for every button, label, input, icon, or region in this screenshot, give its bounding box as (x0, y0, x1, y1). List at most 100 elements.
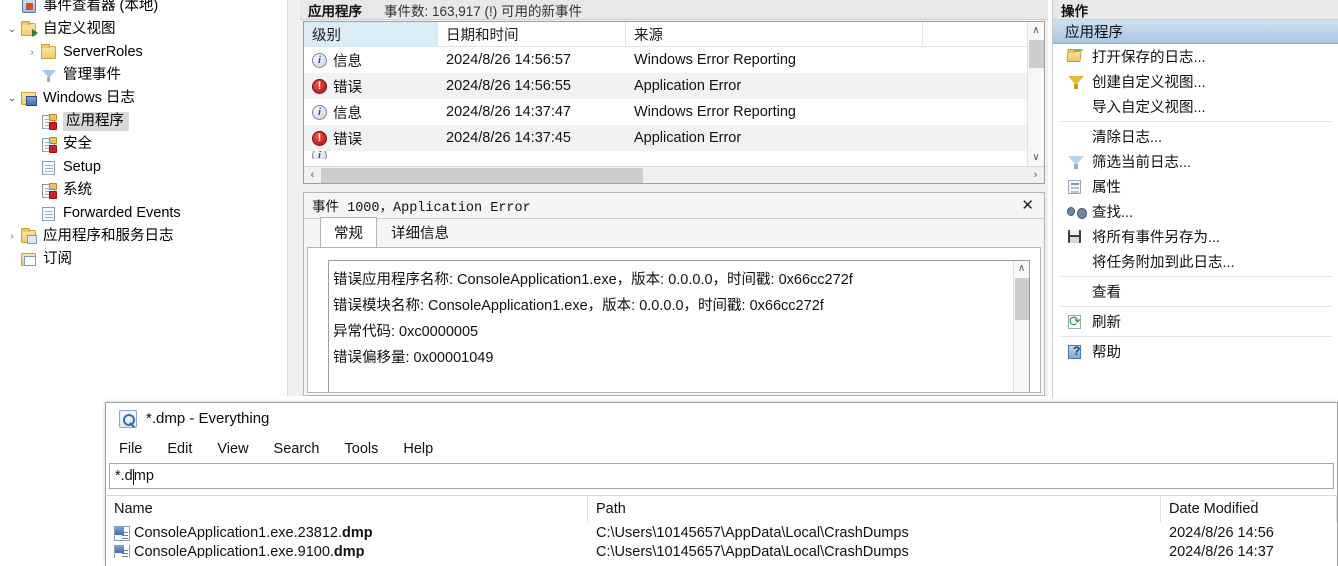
action-item-0[interactable]: 打开保存的日志... (1053, 44, 1338, 69)
event-row-partial[interactable]: i (304, 151, 1044, 159)
tab-1[interactable]: 详细信息 (377, 217, 463, 248)
action-item-8[interactable]: 将任务附加到此日志... (1053, 249, 1338, 274)
tree-item-label: 订阅 (43, 250, 72, 267)
log-badge-icon (40, 113, 58, 130)
general-text-box[interactable]: 错误应用程序名称: ConsoleApplication1.exe，版本: 0.… (328, 260, 1030, 392)
action-item-label: 创建自定义视图... (1092, 75, 1206, 91)
navigation-tree-pane[interactable]: 事件查看器 (本地) ⌄ 自定义视图 › ServerRoles 管理事件 ⌄ Windows… (0, 0, 291, 396)
action-item-label: 清除日志... (1092, 130, 1163, 146)
event-detail-tabs[interactable]: 常规 详细信息 (304, 217, 1044, 248)
tree-item-3[interactable]: 管理事件 (0, 64, 291, 87)
tree-item-9[interactable]: Forwarded Events (0, 202, 291, 225)
column-header-1[interactable]: 日期和时间 (438, 22, 626, 47)
column-header-0[interactable]: 级别 (304, 22, 438, 47)
everything-column-name[interactable]: Name (106, 495, 588, 522)
tree-item-6[interactable]: 安全 (0, 133, 291, 156)
menu-tools[interactable]: Tools (343, 439, 391, 459)
action-item-5[interactable]: 属性 (1053, 174, 1338, 199)
action-item-4[interactable]: 筛选当前日志... (1053, 149, 1338, 174)
subscriptions-icon (20, 252, 38, 268)
tree-item-5[interactable]: 应用程序 (0, 110, 291, 133)
tree-item-2[interactable]: › ServerRoles (0, 41, 291, 64)
action-item-10[interactable]: 刷新 (1053, 309, 1338, 334)
tree-item-label: Setup (63, 158, 101, 175)
scrollbar-thumb[interactable] (1029, 40, 1044, 68)
log-badge-icon (40, 136, 58, 153)
tree-item-label: Forwarded Events (63, 204, 181, 221)
everything-column-label: Path (596, 500, 626, 517)
refresh-icon (1065, 313, 1087, 330)
menu-edit[interactable]: Edit (165, 439, 204, 459)
action-item-6[interactable]: 查找... (1053, 199, 1338, 224)
tab-0[interactable]: 常规 (320, 217, 377, 248)
everything-column-label: Name (114, 500, 153, 517)
tree-item-0[interactable]: 事件查看器 (本地) (0, 0, 291, 18)
scroll-up-icon[interactable]: ∧ (1028, 22, 1044, 39)
action-item-11[interactable]: 帮助 (1053, 339, 1338, 364)
close-icon[interactable]: ✕ (1017, 198, 1038, 213)
everything-column-label: Date Modified (1169, 500, 1259, 517)
action-item-7[interactable]: 将所有事件另存为... (1053, 224, 1338, 249)
tree-item-10[interactable]: › 应用程序和服务日志 (0, 225, 291, 248)
everything-window: *.dmp - Everything File Edit View Search Too… (105, 402, 1338, 566)
twisty-icon[interactable]: › (24, 47, 40, 58)
event-detail-title: 事件 1000，Application Error (312, 201, 531, 216)
hscrollbar-track[interactable] (643, 167, 1027, 183)
event-row[interactable]: ! 错误 2024/8/26 14:56:55 Application Error (304, 73, 1044, 99)
tree-item-11[interactable]: 订阅 (0, 248, 291, 271)
event-row[interactable]: ! 错误 2024/8/26 14:37:45 Application Error (304, 125, 1044, 151)
scroll-down-icon[interactable]: ∨ (1028, 149, 1044, 166)
event-datetime: 2024/8/26 14:56:55 (446, 78, 571, 94)
event-list-box[interactable]: 级别 日期和时间 来源 i 信息 2024/8/26 14:56:57 Windows E… (303, 21, 1045, 184)
scrollbar-thumb[interactable] (1015, 278, 1029, 320)
info-icon: i (312, 151, 327, 159)
general-line-1: 错误模块名称: ConsoleApplication1.exe，版本: 0.0.… (333, 298, 824, 314)
file-date: 2024/8/26 14:56 (1169, 525, 1274, 541)
actions-header: 操作 (1053, 0, 1338, 20)
everything-menu-bar[interactable]: File Edit View Search Tools Help (106, 434, 1337, 463)
event-list-horizontal-scrollbar[interactable]: ‹ › (304, 166, 1044, 183)
app-root-icon (20, 0, 38, 15)
twisty-icon[interactable]: ⌄ (4, 93, 20, 104)
tree-item-1[interactable]: ⌄ 自定义视图 (0, 18, 291, 41)
column-header-2[interactable]: 来源 (626, 22, 923, 47)
everything-column-headers[interactable]: Name Path ⌄ Date Modified (106, 494, 1337, 522)
tree-item-4[interactable]: ⌄ Windows 日志 (0, 87, 291, 110)
event-list-rows[interactable]: i 信息 2024/8/26 14:56:57 Windows Error Repor… (304, 47, 1044, 159)
menu-file[interactable]: File (117, 439, 154, 459)
tree-item-8[interactable]: 系统 (0, 179, 291, 202)
action-item-9[interactable]: 查看 (1053, 279, 1338, 304)
everything-result-rows[interactable]: ConsoleApplication1.exe.23812. dmp C:\User… (106, 521, 1337, 558)
vertical-splitter[interactable] (291, 0, 300, 396)
action-item-label: 帮助 (1092, 345, 1121, 361)
everything-result-row[interactable]: ConsoleApplication1.exe.23812. dmp C:\User… (106, 521, 1337, 545)
event-list-vertical-scrollbar[interactable]: ∧ ∨ (1027, 22, 1044, 183)
twisty-icon[interactable]: ⌄ (4, 24, 20, 35)
everything-column-date-modified[interactable]: ⌄ Date Modified (1161, 494, 1337, 522)
everything-result-row[interactable]: ConsoleApplication1.exe.9100. dmp C:\Users… (106, 545, 1337, 558)
twisty-icon[interactable]: › (4, 231, 20, 242)
menu-search[interactable]: Search (272, 439, 332, 459)
scroll-right-icon[interactable]: › (1027, 169, 1044, 181)
general-vertical-scrollbar[interactable]: ∧ (1013, 261, 1029, 392)
folder-arrow-icon (20, 20, 38, 38)
hscrollbar-thumb[interactable] (321, 167, 643, 183)
menu-view[interactable]: View (215, 439, 260, 459)
info-icon: i (312, 52, 327, 68)
event-row[interactable]: i 信息 2024/8/26 14:37:47 Windows Error Repor… (304, 99, 1044, 125)
everything-search-wrap: *.d mp (106, 463, 1337, 489)
everything-column-path[interactable]: Path (588, 495, 1161, 522)
search-input[interactable]: *.d mp (109, 463, 1334, 489)
menu-help[interactable]: Help (401, 439, 445, 459)
actions-list[interactable]: 打开保存的日志... 创建自定义视图... 导入自定义视图... 清除日志... 筛选当… (1053, 44, 1338, 364)
event-row[interactable]: i 信息 2024/8/26 14:56:57 Windows Error Repor… (304, 47, 1044, 73)
event-list-column-headers[interactable]: 级别 日期和时间 来源 (304, 22, 1044, 47)
action-item-2[interactable]: 导入自定义视图... (1053, 94, 1338, 119)
create-custom-view-icon (1065, 74, 1087, 90)
action-item-3[interactable]: 清除日志... (1053, 124, 1338, 149)
scroll-left-icon[interactable]: ‹ (304, 169, 321, 181)
file-path: C:\Users\10145657\AppData\Local\CrashDum… (596, 545, 909, 558)
scroll-up-icon[interactable]: ∧ (1014, 261, 1029, 277)
action-item-1[interactable]: 创建自定义视图... (1053, 69, 1338, 94)
tree-item-7[interactable]: Setup (0, 156, 291, 179)
